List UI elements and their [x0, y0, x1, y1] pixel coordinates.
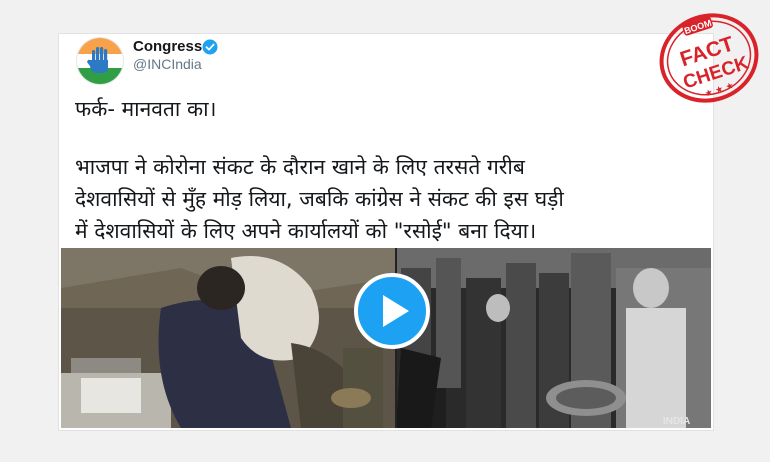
tweet-text-line-1: फर्क- मानवता का।: [75, 97, 217, 121]
fact-check-stamp-icon: BOOM FACT CHECK ★ ★ ★: [659, 13, 759, 103]
channel-watermark: INDIA: [663, 416, 690, 427]
verified-badge-icon: [202, 39, 218, 55]
fact-check-stamp: BOOM FACT CHECK ★ ★ ★: [655, 8, 763, 108]
tweet-text-line-2: भाजपा ने कोरोना संकट के दौरान खाने के लि…: [75, 155, 525, 179]
tweet-text-line-3: देशवासियों से मुँह मोड़ लिया, जबकि कांग्…: [75, 187, 564, 211]
tweet-card[interactable]: Congress @INCIndia फर्क- मानवता का। भाजप…: [58, 33, 714, 431]
tweet-text-line-4: में देशवासियों के लिए अपने कार्यालयों को…: [75, 219, 537, 243]
author-name[interactable]: Congress: [133, 38, 202, 55]
congress-hand-icon: [77, 38, 123, 84]
play-button[interactable]: [352, 271, 432, 351]
congress-logo-avatar[interactable]: [76, 37, 124, 85]
play-icon: [354, 273, 430, 349]
author-handle[interactable]: @INCIndia: [133, 56, 202, 72]
video-thumbnail[interactable]: INDIA: [61, 248, 711, 428]
